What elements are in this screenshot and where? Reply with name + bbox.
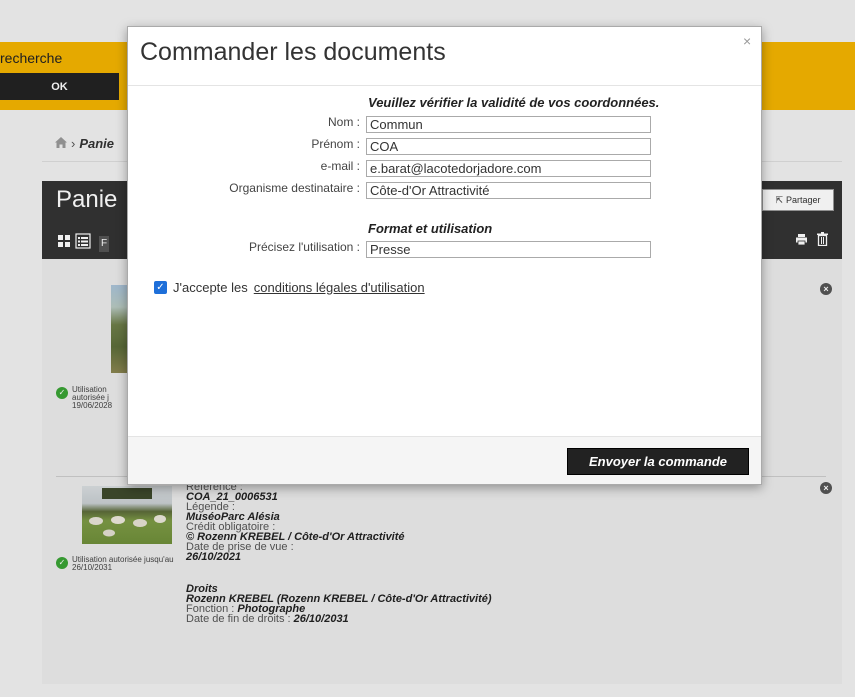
email-label: e-mail :: [320, 159, 360, 173]
modal-header-divider: [128, 85, 761, 86]
verify-title: Veuillez vérifier la validité de vos coo…: [368, 95, 660, 110]
email-field[interactable]: [366, 160, 651, 177]
accept-terms: ✓ J'accepte les conditions légales d'uti…: [154, 280, 425, 295]
nom-field[interactable]: [366, 116, 651, 133]
accept-text: J'accepte les: [173, 280, 248, 295]
submit-order-button[interactable]: Envoyer la commande: [567, 448, 749, 475]
prenom-label: Prénom :: [311, 137, 360, 151]
organisme-label: Organisme destinataire :: [229, 181, 360, 195]
accept-checkbox[interactable]: ✓: [154, 281, 167, 294]
usage-field[interactable]: [366, 241, 651, 258]
terms-link[interactable]: conditions légales d'utilisation: [254, 280, 425, 295]
prenom-field[interactable]: [366, 138, 651, 155]
close-icon[interactable]: ×: [743, 33, 751, 49]
format-title: Format et utilisation: [368, 221, 493, 236]
modal-title: Commander les documents: [140, 38, 446, 66]
organisme-field[interactable]: [366, 182, 651, 199]
usage-label: Précisez l'utilisation :: [249, 240, 360, 254]
nom-label: Nom :: [327, 115, 360, 129]
